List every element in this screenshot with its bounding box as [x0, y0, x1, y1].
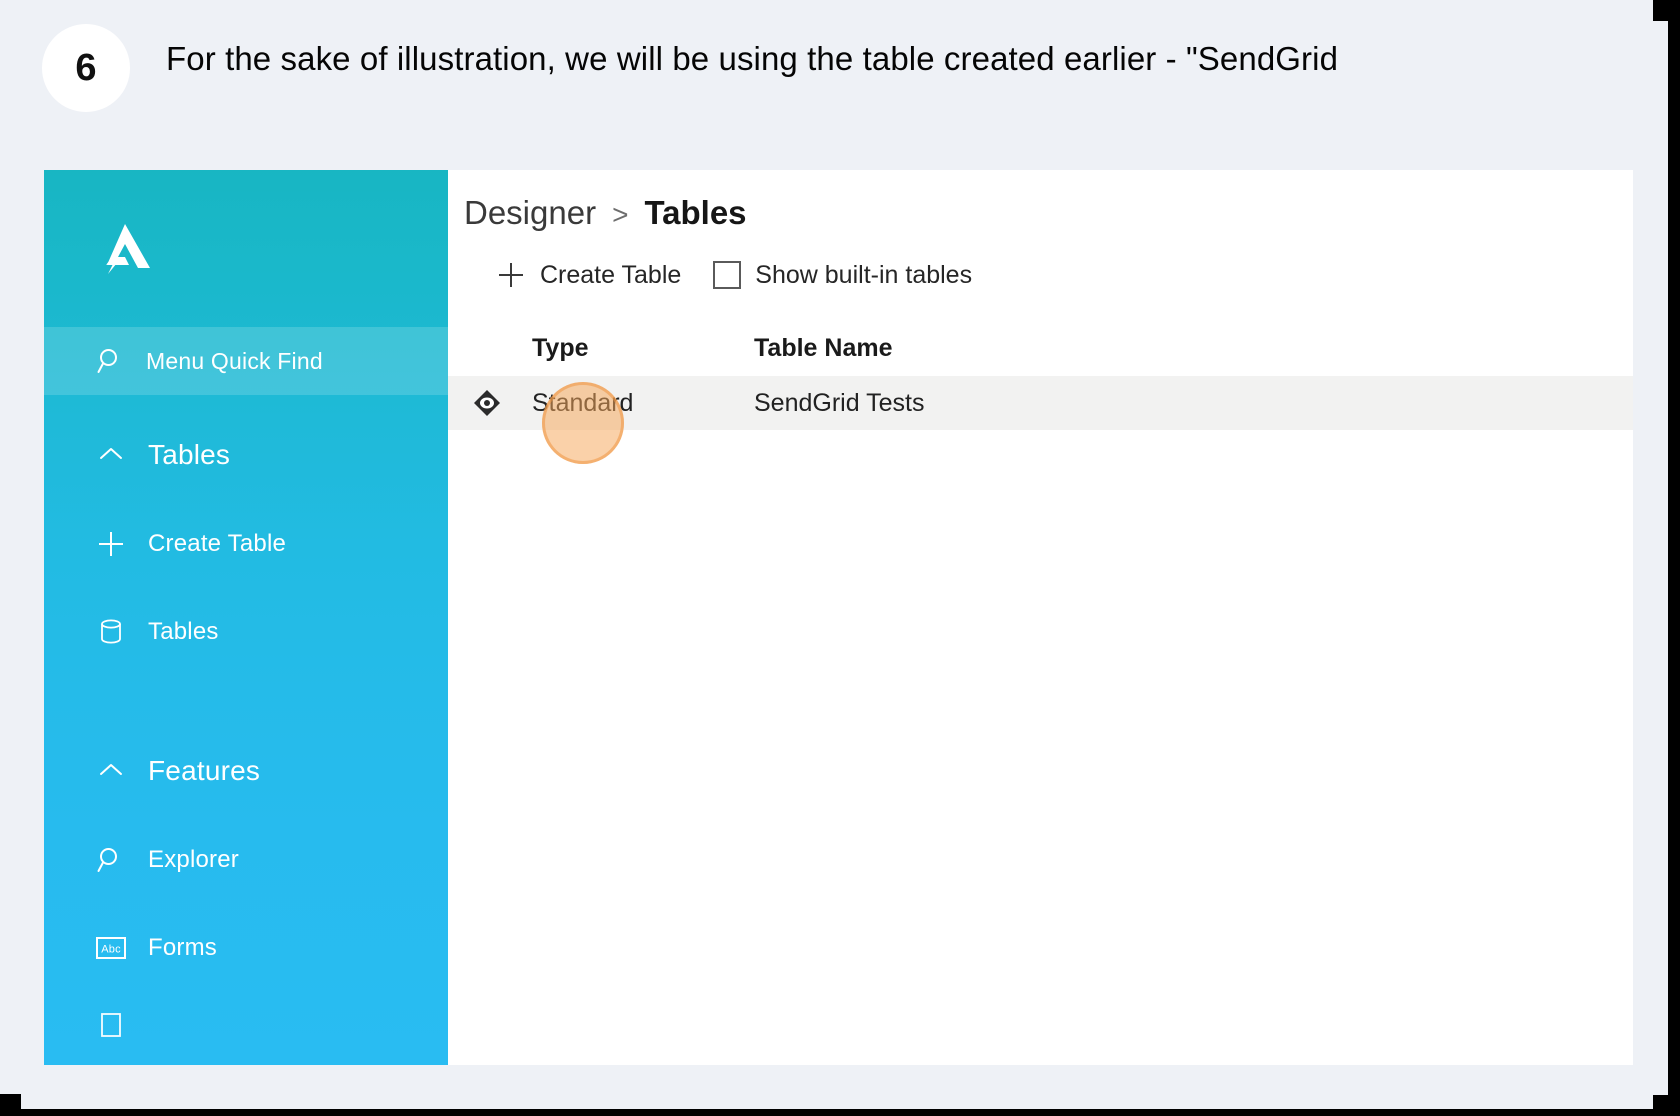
chevron-up-icon [96, 756, 126, 786]
tables-list: Type Table Name Standard SendGrid Tests [448, 320, 1633, 430]
table-header-row: Type Table Name [448, 320, 1633, 376]
create-table-button[interactable]: Create Table [496, 260, 681, 290]
plus-icon [496, 260, 526, 290]
menu-quick-find-label: Menu Quick Find [146, 347, 323, 374]
search-icon [96, 346, 126, 376]
sidebar-group-features[interactable]: Features [44, 739, 448, 803]
sidebar-item-create-table-label: Create Table [148, 530, 287, 557]
sidebar-item-forms[interactable]: Abc Forms [44, 917, 448, 979]
standard-table-icon [448, 388, 526, 418]
toolbar: Create Table Show built-in tables [448, 232, 1633, 290]
chevron-up-icon [96, 440, 126, 470]
database-icon [96, 617, 126, 647]
search-icon [96, 845, 126, 875]
create-table-button-label: Create Table [540, 260, 682, 289]
page-edge-artifact-top-right [1653, 0, 1680, 21]
table-row-type: Standard [532, 388, 634, 417]
plus-icon [96, 529, 126, 559]
sidebar-group-tables[interactable]: Tables [44, 423, 448, 487]
breadcrumb-separator-icon: > [612, 199, 629, 230]
table-row-name: SendGrid Tests [754, 388, 925, 417]
sidebar-group-tables-label: Tables [148, 439, 231, 470]
app-window: Menu Quick Find Tables Create Table Tabl… [44, 170, 1633, 1065]
page-edge-artifact-bottom [21, 1109, 1661, 1116]
page-edge-artifact-bottom-left [0, 1094, 21, 1116]
abc-box-icon: Abc [96, 933, 126, 963]
sidebar-item-explorer-label: Explorer [148, 846, 239, 873]
sidebar-item-create-table[interactable]: Create Table [44, 513, 448, 575]
clipped-item-icon [96, 1010, 126, 1040]
sidebar-item-explorer[interactable]: Explorer [44, 829, 448, 891]
sidebar-logo-area[interactable] [44, 170, 448, 327]
sidebar-item-tables[interactable]: Tables [44, 601, 448, 663]
menu-quick-find[interactable]: Menu Quick Find [44, 327, 448, 395]
sidebar: Menu Quick Find Tables Create Table Tabl… [44, 170, 448, 1065]
step-caption-text: For the sake of illustration, we will be… [166, 40, 1339, 77]
appsheet-logo-icon [94, 218, 156, 280]
sidebar-item-tables-label: Tables [148, 618, 219, 645]
svg-text:Abc: Abc [101, 944, 121, 956]
sidebar-group-features-label: Features [148, 755, 261, 786]
table-header-type: Type [532, 333, 589, 362]
breadcrumb-item-designer[interactable]: Designer [464, 194, 596, 232]
breadcrumb: Designer > Tables [448, 170, 1633, 232]
breadcrumb-item-tables: Tables [644, 194, 747, 231]
main-content: Designer > Tables Create Table Show buil… [448, 170, 1633, 1065]
show-builtin-tables-checkbox[interactable]: Show built-in tables [713, 261, 972, 290]
step-number-badge: 6 [42, 24, 130, 112]
table-header-name: Table Name [754, 333, 893, 362]
sidebar-item-forms-label: Forms [148, 934, 217, 961]
page-edge-artifact-right [1668, 21, 1680, 1095]
step-header: 6 For the sake of illustration, we will … [0, 0, 1653, 160]
checkbox-box-icon[interactable] [713, 261, 742, 289]
table-row[interactable]: Standard SendGrid Tests [448, 376, 1633, 430]
sidebar-item-clipped[interactable] [44, 1005, 448, 1045]
show-builtin-tables-label: Show built-in tables [755, 260, 973, 289]
